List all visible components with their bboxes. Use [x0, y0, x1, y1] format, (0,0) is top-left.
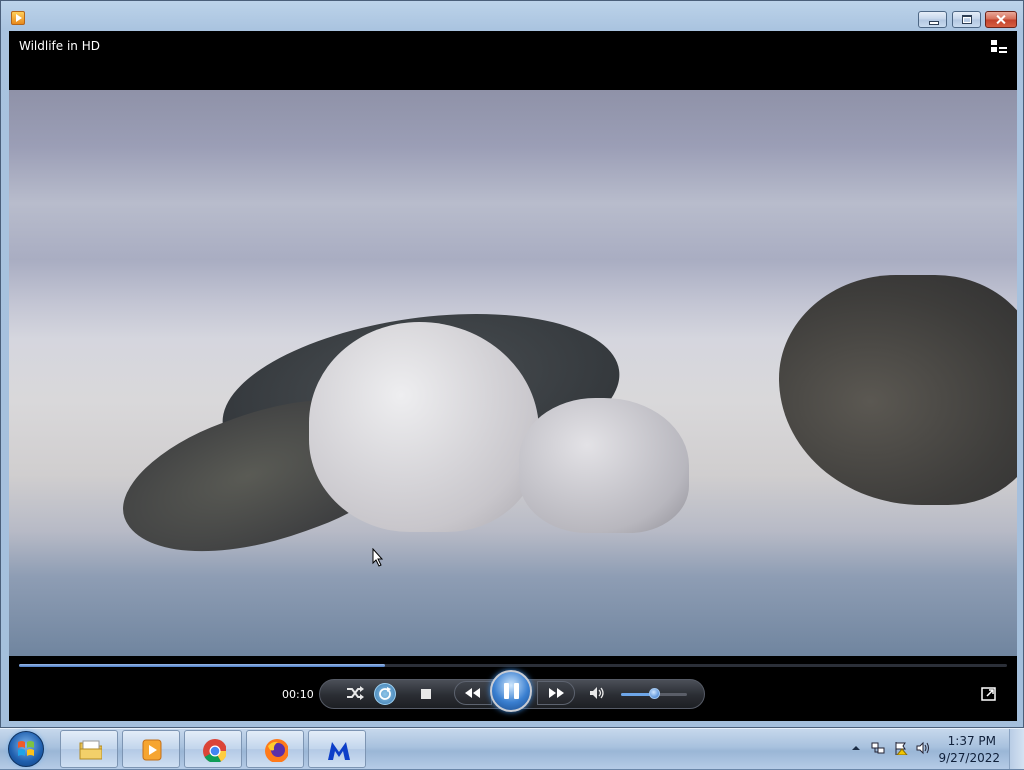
- taskbar-malwarebytes-button[interactable]: [308, 730, 366, 768]
- elapsed-time: 00:10: [282, 688, 314, 701]
- pause-icon-left-bar: [504, 683, 509, 699]
- mouse-cursor-icon: [372, 548, 384, 567]
- taskbar: 1:37 PM 9/27/2022: [0, 728, 1024, 769]
- start-button[interactable]: [8, 731, 44, 767]
- speaker-icon: [590, 687, 604, 699]
- pause-icon-right-bar: [514, 683, 519, 699]
- show-hidden-icons-icon[interactable]: [849, 741, 863, 755]
- system-tray: 1:37 PM 9/27/2022: [834, 729, 1024, 769]
- taskbar-chrome-button[interactable]: [184, 730, 242, 768]
- action-center-flag-icon[interactable]: [894, 741, 908, 755]
- video-frame[interactable]: [9, 90, 1017, 656]
- seal-white-tail: [519, 398, 689, 533]
- windows-logo-icon: [18, 741, 34, 756]
- clock-time[interactable]: 1:37 PM: [948, 734, 996, 748]
- video-title: Wildlife in HD: [19, 39, 100, 53]
- mute-button[interactable]: [587, 684, 607, 704]
- shuffle-icon: [347, 686, 364, 700]
- folder-icon: [79, 740, 102, 760]
- seek-bar-progress: [19, 664, 385, 667]
- fast-forward-icon: [549, 688, 564, 698]
- malwarebytes-icon: [328, 742, 350, 760]
- switch-to-library-icon[interactable]: [991, 40, 1007, 53]
- shuffle-button[interactable]: [344, 684, 366, 704]
- taskbar-firefox-button[interactable]: [246, 730, 304, 768]
- seek-bar[interactable]: [19, 664, 1007, 667]
- seal-right: [779, 275, 1017, 505]
- media-player-app-icon[interactable]: [11, 11, 25, 25]
- taskbar-explorer-button[interactable]: [60, 730, 118, 768]
- close-button[interactable]: [985, 11, 1017, 28]
- rewind-icon: [465, 688, 480, 698]
- player-area: Wildlife in HD 00:10: [9, 31, 1017, 721]
- network-icon[interactable]: [871, 741, 885, 755]
- maximize-button[interactable]: [952, 11, 981, 28]
- pause-button[interactable]: [490, 670, 532, 712]
- repeat-button[interactable]: [374, 683, 396, 705]
- volume-tray-icon[interactable]: [916, 741, 930, 755]
- stop-button[interactable]: [419, 687, 432, 700]
- firefox-icon: [265, 739, 288, 762]
- minimize-button[interactable]: [918, 11, 947, 28]
- taskbar-media-player-button[interactable]: [122, 730, 180, 768]
- chrome-icon: [203, 739, 226, 762]
- next-button[interactable]: [537, 681, 575, 705]
- fullscreen-button[interactable]: [981, 686, 997, 702]
- seal-white: [309, 322, 539, 532]
- fullscreen-icon: [981, 687, 996, 701]
- show-desktop-button[interactable]: [1009, 729, 1024, 769]
- title-bar[interactable]: [1, 1, 1023, 31]
- repeat-icon: [379, 687, 391, 700]
- media-player-window: Wildlife in HD 00:10: [0, 0, 1024, 728]
- previous-button[interactable]: [454, 681, 492, 705]
- clock-date[interactable]: 9/27/2022: [938, 751, 1000, 765]
- media-player-icon: [142, 739, 162, 761]
- volume-slider-thumb[interactable]: [649, 688, 660, 699]
